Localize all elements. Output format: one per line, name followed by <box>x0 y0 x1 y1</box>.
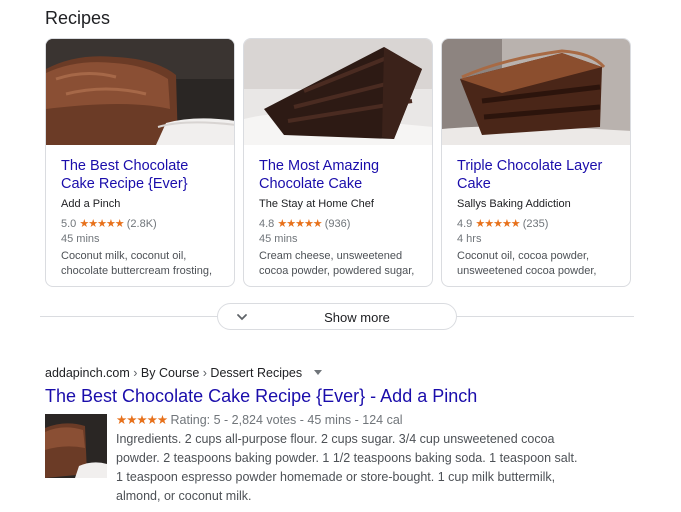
recipe-card[interactable]: Triple Chocolate Layer Cake Sallys Bakin… <box>441 38 631 287</box>
recipe-card[interactable]: The Most Amazing Chocolate Cake The Stay… <box>243 38 433 287</box>
rating-count: (235) <box>522 218 549 230</box>
recipe-image[interactable] <box>46 39 235 145</box>
recipe-card-title[interactable]: The Best Chocolate Cake Recipe {Ever} <box>61 157 226 193</box>
recipe-card[interactable]: The Best Chocolate Cake Recipe {Ever} Ad… <box>45 38 235 287</box>
recipe-card-title[interactable]: The Most Amazing Chocolate Cake <box>259 157 424 193</box>
recipe-image[interactable] <box>244 39 433 145</box>
result-title-link[interactable]: The Best Chocolate Cake Recipe {Ever} - … <box>45 386 477 407</box>
section-title: Recipes <box>45 8 111 28</box>
breadcrumb-separator: › <box>202 366 207 380</box>
rating-value: 4.8 <box>259 218 275 230</box>
recipe-card-rating: 4.9 ★★★★★ (235) <box>457 216 622 232</box>
breadcrumb: addapinch.com › By Course › Dessert Reci… <box>45 366 322 380</box>
star-rating-icon: ★★★★★ <box>79 218 124 230</box>
rating-value: 4.9 <box>457 218 473 230</box>
show-more-label: Show more <box>324 310 390 325</box>
star-rating-icon: ★★★★★ <box>277 218 322 230</box>
breadcrumb-part: Dessert Recipes <box>210 366 303 380</box>
recipe-card-source: Sallys Baking Addiction <box>457 198 571 210</box>
recipe-card-time: 45 mins <box>259 233 298 245</box>
star-rating-icon: ★★★★★ <box>116 413 168 427</box>
show-more-button[interactable]: Show more <box>217 303 457 330</box>
star-rating-icon: ★★★★★ <box>475 218 520 230</box>
recipe-card-ingredients: Coconut oil, cocoa powder, unsweetened c… <box>457 250 597 277</box>
recipe-card-ingredients: Coconut milk, coconut oil, chocolate but… <box>61 250 213 277</box>
rating-count: (2.8K) <box>126 218 157 230</box>
breadcrumb-part: By Course <box>140 366 200 380</box>
recipe-card-source: Add a Pinch <box>61 198 121 210</box>
result-meta-text: Rating: 5 - 2,824 votes - 45 mins - 124 … <box>170 413 403 427</box>
result-snippet: Ingredients. 2 cups all-purpose flour. 2… <box>116 432 578 503</box>
recipe-card-rating: 5.0 ★★★★★ (2.8K) <box>61 216 226 232</box>
rating-value: 5.0 <box>61 218 77 230</box>
rating-count: (936) <box>324 218 351 230</box>
result-rating-meta: ★★★★★ Rating: 5 - 2,824 votes - 45 mins … <box>116 412 403 427</box>
recipe-card-time: 45 mins <box>61 233 100 245</box>
recipe-image[interactable] <box>442 39 631 145</box>
recipe-carousel: The Best Chocolate Cake Recipe {Ever} Ad… <box>45 38 631 288</box>
recipe-card-source: The Stay at Home Chef <box>259 198 374 210</box>
caret-down-icon[interactable] <box>313 370 322 375</box>
breadcrumb-domain[interactable]: addapinch.com <box>45 366 130 380</box>
result-thumbnail[interactable] <box>45 414 107 478</box>
recipe-card-time: 4 hrs <box>457 233 482 245</box>
recipe-card-title[interactable]: Triple Chocolate Layer Cake <box>457 157 622 193</box>
breadcrumb-separator: › <box>133 366 138 380</box>
recipe-card-rating: 4.8 ★★★★★ (936) <box>259 216 424 232</box>
recipe-card-ingredients: Cream cheese, unsweetened cocoa powder, … <box>259 250 415 277</box>
